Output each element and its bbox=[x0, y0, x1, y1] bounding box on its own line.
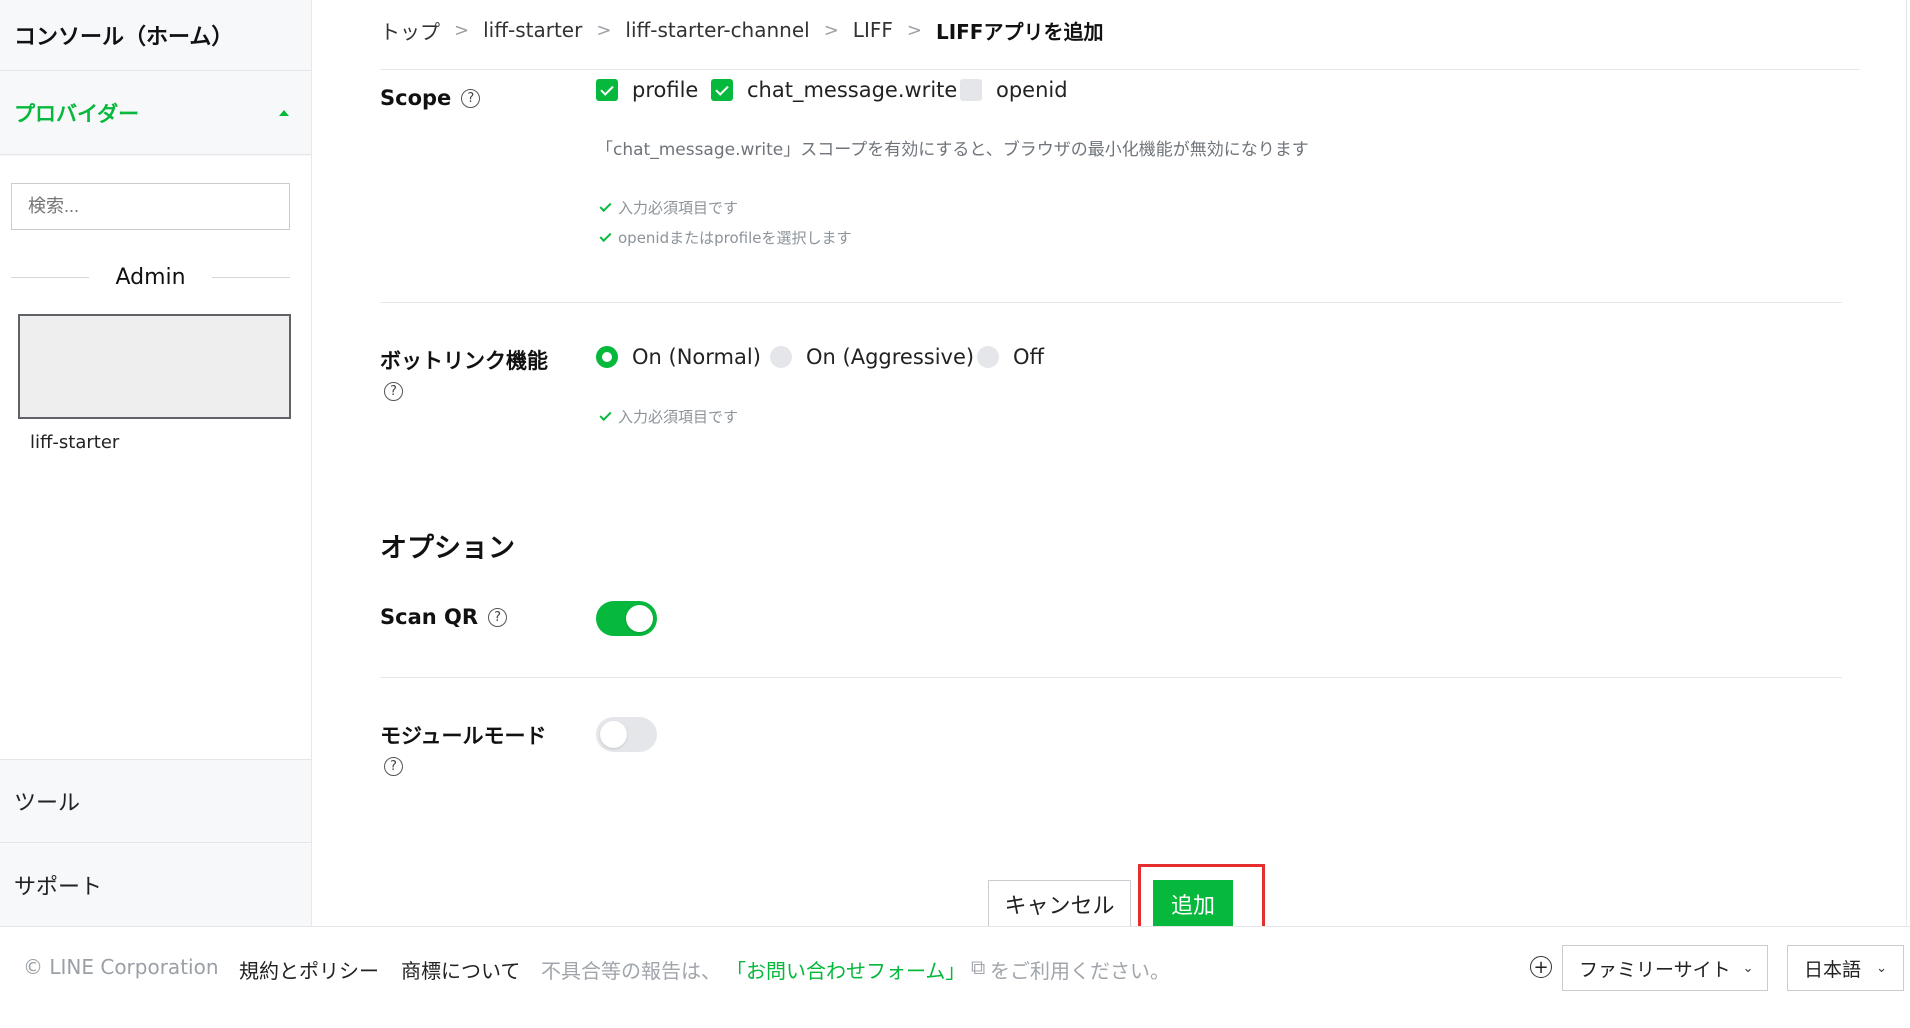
separator-line bbox=[11, 276, 90, 278]
footer-terms-link[interactable]: 規約とポリシー bbox=[239, 955, 379, 984]
footer-report-text: 不具合等の報告は、 bbox=[541, 959, 721, 983]
sidebar-item-support[interactable]: サポート bbox=[0, 842, 311, 926]
chevron-right-icon: > bbox=[454, 19, 470, 41]
botlink-validation-required: 入力必須項目です bbox=[596, 406, 738, 427]
breadcrumb: トップ > liff-starter > liff-starter-channe… bbox=[380, 14, 1103, 46]
chevron-down-icon: ⌄ bbox=[1742, 960, 1754, 976]
botlink-normal-radio[interactable]: On (Normal) bbox=[596, 345, 761, 369]
chevron-right-icon: > bbox=[596, 19, 612, 41]
help-icon[interactable]: ? bbox=[461, 88, 481, 108]
radio-selected-icon bbox=[596, 346, 618, 368]
footer-copyright: © LINE Corporation bbox=[23, 955, 219, 979]
module-mode-label: モジュールモード bbox=[380, 724, 547, 748]
scope-chat-message-write-label: chat_message.write bbox=[747, 78, 958, 102]
botlink-aggressive-label: On (Aggressive) bbox=[806, 345, 975, 369]
console-home-link[interactable]: コンソール（ホーム） bbox=[0, 0, 311, 71]
language-select[interactable]: 日本語 ⌄ bbox=[1787, 945, 1904, 991]
breadcrumb-provider[interactable]: liff-starter bbox=[483, 18, 582, 42]
module-mode-toggle[interactable] bbox=[596, 717, 657, 752]
checkbox-checked-icon bbox=[711, 79, 733, 101]
scope-openid-checkbox[interactable]: openid bbox=[960, 78, 1068, 102]
scan-qr-label: Scan QR bbox=[380, 605, 479, 629]
plus-circle-icon[interactable]: + bbox=[1530, 956, 1552, 978]
scope-note: 「chat_message.write」スコープを有効にすると、ブラウザの最小化… bbox=[596, 140, 1309, 160]
breadcrumb-divider bbox=[380, 69, 1860, 70]
caret-up-icon bbox=[279, 109, 289, 116]
botlink-label: ボットリンク機能 bbox=[380, 349, 548, 373]
separator-line bbox=[211, 276, 290, 278]
provider-list: Admin liff-starter bbox=[0, 156, 311, 759]
validation-text: openidまたはprofileを選択します bbox=[618, 229, 852, 247]
breadcrumb-top[interactable]: トップ bbox=[380, 16, 440, 45]
checkbox-unchecked-icon bbox=[960, 79, 982, 101]
provider-section-toggle[interactable]: プロバイダー bbox=[0, 71, 311, 155]
section-divider bbox=[380, 302, 1842, 303]
provider-section-label: プロバイダー bbox=[14, 101, 140, 126]
scope-label: Scope bbox=[380, 86, 452, 110]
scan-qr-toggle[interactable] bbox=[596, 601, 657, 636]
family-site-label: ファミリーサイト bbox=[1579, 958, 1731, 981]
check-icon bbox=[599, 408, 612, 421]
scope-profile-checkbox[interactable]: profile bbox=[596, 78, 698, 102]
botlink-off-label: Off bbox=[1013, 345, 1044, 369]
scan-qr-label-row: Scan QR ? bbox=[380, 605, 508, 629]
family-site-select[interactable]: ファミリーサイト ⌄ bbox=[1562, 945, 1768, 991]
check-icon bbox=[599, 199, 612, 212]
help-icon[interactable]: ? bbox=[384, 382, 403, 401]
provider-card-image[interactable] bbox=[18, 314, 291, 419]
options-section-title: オプション bbox=[380, 533, 515, 564]
validation-text: 入力必須項目です bbox=[618, 199, 739, 217]
toggle-knob bbox=[626, 605, 653, 632]
provider-search-input[interactable] bbox=[11, 183, 290, 230]
external-link-icon: ⧉ bbox=[971, 955, 986, 979]
botlink-aggressive-radio[interactable]: On (Aggressive) bbox=[770, 345, 974, 369]
chevron-right-icon: > bbox=[906, 19, 922, 41]
checkbox-checked-icon bbox=[596, 79, 618, 101]
provider-name[interactable]: liff-starter bbox=[30, 432, 119, 453]
chevron-right-icon: > bbox=[823, 19, 839, 41]
add-button[interactable]: 追加 bbox=[1153, 880, 1233, 928]
breadcrumb-channel[interactable]: liff-starter-channel bbox=[625, 18, 809, 42]
breadcrumb-current: LIFFアプリを追加 bbox=[935, 19, 1104, 44]
footer: © LINE Corporation 規約とポリシー 商標について 不具合等の報… bbox=[0, 926, 1910, 1028]
toggle-knob bbox=[600, 721, 627, 748]
chevron-down-icon: ⌄ bbox=[1876, 960, 1887, 976]
page-edge bbox=[1906, 0, 1907, 926]
breadcrumb-liff[interactable]: LIFF bbox=[853, 18, 893, 42]
scope-label-row: Scope ? bbox=[380, 86, 481, 110]
footer-trademark-link[interactable]: 商標について bbox=[401, 955, 520, 984]
radio-unselected-icon bbox=[770, 346, 792, 368]
botlink-off-radio[interactable]: Off bbox=[977, 345, 1044, 369]
scope-validation-openid: openidまたはprofileを選択します bbox=[596, 227, 852, 248]
language-label: 日本語 bbox=[1804, 958, 1862, 981]
scope-validation-required: 入力必須項目です bbox=[596, 197, 738, 218]
botlink-normal-label: On (Normal) bbox=[632, 345, 761, 369]
scope-profile-label: profile bbox=[632, 78, 699, 102]
sidebar-item-tools[interactable]: ツール bbox=[0, 759, 311, 842]
help-icon[interactable]: ? bbox=[384, 757, 403, 776]
scope-openid-label: openid bbox=[996, 78, 1068, 102]
radio-unselected-icon bbox=[977, 346, 999, 368]
footer-report-suffix: をご利用ください。 bbox=[990, 959, 1170, 983]
admin-label: Admin bbox=[115, 264, 186, 290]
scope-chat-message-write-checkbox[interactable]: chat_message.write bbox=[711, 78, 957, 102]
section-divider bbox=[380, 677, 1842, 678]
cancel-button[interactable]: キャンセル bbox=[988, 880, 1131, 928]
validation-text: 入力必須項目です bbox=[618, 408, 739, 426]
footer-contact-form-link[interactable]: 「お問い合わせフォーム」 bbox=[726, 955, 965, 984]
help-icon[interactable]: ? bbox=[488, 607, 508, 627]
check-icon bbox=[599, 229, 612, 242]
admin-separator: Admin bbox=[11, 262, 290, 292]
sidebar: コンソール（ホーム） プロバイダー Admin liff-starter ツール… bbox=[0, 0, 312, 926]
